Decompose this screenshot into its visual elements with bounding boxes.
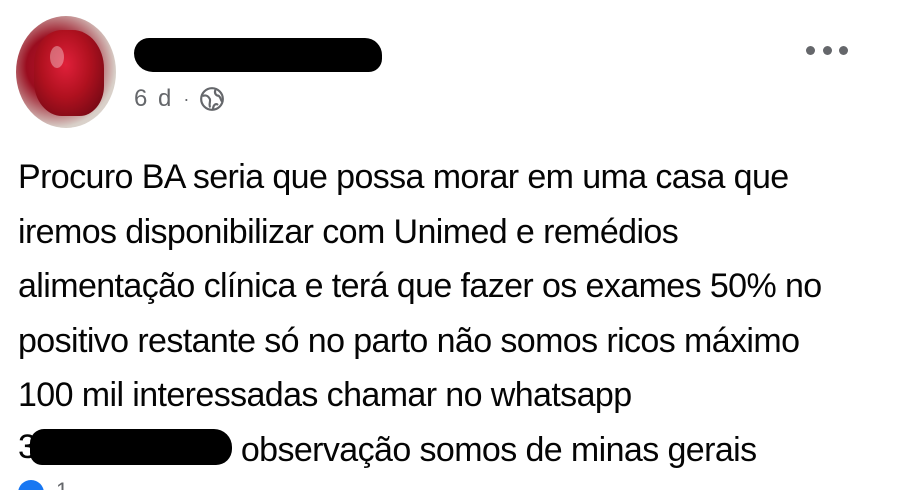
phone-number-redacted: 3 — [18, 427, 232, 467]
post-text-line-suffix: observação somos de minas gerais — [240, 430, 757, 469]
post-text-line: 100 mil interessadas chamar no whatsapp — [18, 376, 632, 414]
author-name-redacted[interactable] — [134, 38, 382, 72]
post-text-line: positivo restante só no parto não somos … — [18, 321, 800, 360]
post-text: Procuro BA seria que possa morar em uma … — [18, 150, 878, 477]
reaction-count[interactable]: 1 — [56, 478, 68, 490]
post-meta: 6 d · — [134, 85, 225, 113]
more-dot — [806, 45, 815, 55]
like-reaction-icon[interactable] — [18, 480, 44, 490]
post-text-line: alimentação clínica e terá que fazer os … — [18, 267, 822, 305]
facebook-post: 6 d · Procuro BA seria que possa morar e… — [0, 0, 898, 490]
post-text-line: Procuro BA seria que possa morar em uma … — [18, 158, 789, 196]
more-options-icon[interactable] — [806, 38, 848, 62]
redaction-bar — [30, 428, 232, 465]
avatar[interactable] — [16, 16, 116, 128]
more-dot — [839, 45, 848, 55]
meta-separator: · — [183, 88, 190, 109]
post-time[interactable]: 6 d — [134, 85, 173, 113]
avatar-highlight — [50, 46, 64, 68]
post-text-line: iremos disponibilizar com Unimed e reméd… — [18, 212, 679, 251]
globe-icon[interactable] — [199, 86, 225, 112]
more-dot — [822, 45, 832, 55]
post-text-line: 3 observação somos de minas gerais — [18, 423, 878, 478]
avatar-image — [34, 30, 104, 116]
